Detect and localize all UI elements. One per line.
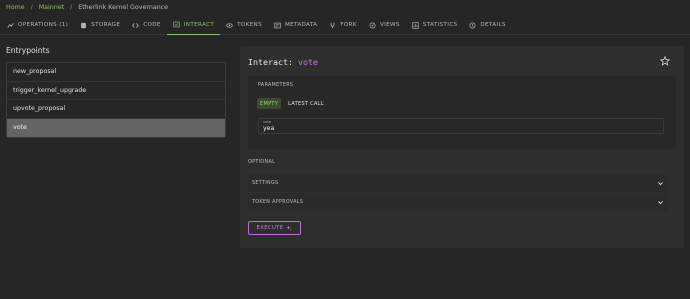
breadcrumb-home-link[interactable]: Home <box>6 4 25 11</box>
tab-details[interactable]: DETAILS <box>463 15 511 35</box>
interact-icon <box>173 21 180 28</box>
statistics-icon <box>412 21 419 29</box>
entrypoint-item[interactable]: upvote_proposal <box>7 100 225 119</box>
tab-code[interactable]: CODE <box>126 15 167 35</box>
empty-toggle-button[interactable]: EMPTY <box>257 98 282 109</box>
latest-call-toggle-button[interactable]: LATEST CALL <box>285 98 327 109</box>
details-icon <box>469 21 476 29</box>
tab-label: METADATA <box>284 22 318 28</box>
tab-fork[interactable]: FORK <box>323 15 363 35</box>
chevron-down-icon <box>658 181 663 185</box>
chevron-down-icon <box>658 200 663 204</box>
entrypoint-item[interactable]: trigger_kernel_upgrade <box>7 82 225 100</box>
interact-panel: Interact: vote PARAMETERS EMPTY LATEST C… <box>240 46 684 248</box>
tab-label: OPERATIONS (1) <box>18 22 69 28</box>
parameters-toggle: EMPTY LATEST CALL <box>257 98 327 109</box>
storage-icon <box>80 22 87 29</box>
tokens-icon <box>226 22 233 29</box>
parameters-label: PARAMETERS <box>258 83 294 88</box>
tab-interact[interactable]: INTERACT <box>166 15 221 35</box>
contract-tabs: OPERATIONS (1) STORAGE CODE INTERACT TOK… <box>0 15 690 35</box>
interact-header-prefix: Interact: <box>248 57 293 67</box>
views-icon <box>369 21 376 29</box>
breadcrumb-current: Etherlink Kernel Governance <box>78 3 169 11</box>
star-icon[interactable] <box>660 56 670 66</box>
optional-label: OPTIONAL <box>248 160 276 165</box>
breadcrumb-network-link[interactable]: Mainnet <box>39 4 64 11</box>
entrypoint-item[interactable]: new_proposal <box>7 63 225 82</box>
tab-label: DETAILS <box>480 22 506 28</box>
entrypoints-list: new_proposal trigger_kernel_upgrade upvo… <box>6 62 226 138</box>
tab-label: FORK <box>340 22 357 28</box>
tab-label: TOKENS <box>237 22 262 28</box>
operations-icon <box>7 22 14 29</box>
metadata-icon <box>274 22 281 29</box>
vote-field-label: vote <box>263 120 271 124</box>
tab-label: CODE <box>143 22 161 28</box>
tab-tokens[interactable]: TOKENS <box>220 15 268 35</box>
tab-label: INTERACT <box>183 21 215 28</box>
tab-metadata[interactable]: METADATA <box>268 15 323 35</box>
tab-statistics[interactable]: STATISTICS <box>406 15 464 35</box>
token-approvals-accordion[interactable]: TOKEN APPROVALS <box>248 193 668 211</box>
tab-operations[interactable]: OPERATIONS (1) <box>0 15 74 35</box>
tab-storage[interactable]: STORAGE <box>74 15 126 35</box>
vote-input[interactable] <box>263 125 659 132</box>
token-approvals-label: TOKEN APPROVALS <box>252 199 304 205</box>
entrypoints-title: Entrypoints <box>6 46 50 55</box>
sparkle-icon <box>286 225 293 231</box>
settings-label: SETTINGS <box>252 180 279 186</box>
execute-label: EXECUTE <box>256 225 284 231</box>
breadcrumb-separator: / <box>30 3 33 11</box>
tab-label: STATISTICS <box>422 22 458 28</box>
settings-accordion[interactable]: SETTINGS <box>248 174 668 192</box>
execute-button[interactable]: EXECUTE <box>248 221 301 235</box>
breadcrumb-separator: / <box>70 3 73 11</box>
entrypoint-item-selected[interactable]: vote <box>7 118 225 137</box>
tab-views[interactable]: VIEWS <box>363 15 406 35</box>
parameters-section: PARAMETERS EMPTY LATEST CALL vote <box>248 76 676 149</box>
breadcrumb: Home / Mainnet / Etherlink Kernel Govern… <box>6 2 168 12</box>
fork-icon <box>329 22 336 29</box>
code-icon <box>132 22 140 29</box>
tab-label: STORAGE <box>91 22 121 28</box>
interact-entrypoint-name: vote <box>297 57 318 67</box>
tab-label: VIEWS <box>379 22 400 28</box>
interact-header: Interact: vote <box>248 57 318 67</box>
vote-field: vote <box>258 118 664 134</box>
